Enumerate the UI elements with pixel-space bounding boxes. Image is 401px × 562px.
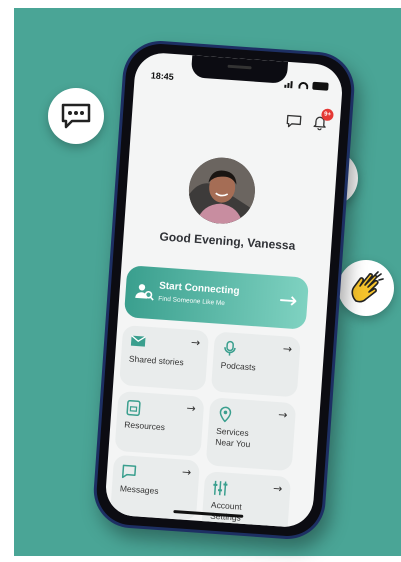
status-time: 18:45 [150, 70, 175, 82]
battery-icon [312, 81, 329, 91]
cta-subtitle: Find Someone Like Me [157, 295, 226, 308]
avatar[interactable] [186, 155, 258, 226]
card-account-settings[interactable]: → Account Settings [200, 471, 292, 529]
arrow-right-icon: → [278, 287, 299, 315]
chat-icon[interactable] [286, 113, 303, 128]
card-label: Services Near You [215, 425, 251, 450]
phone-frame: 18:45 9+ Good Evening, Vanessa Start Con… [91, 38, 357, 542]
clapping-hands-floating-icon [338, 260, 394, 316]
card-shared-stories[interactable]: → Shared stories [119, 325, 210, 391]
notch [190, 55, 289, 84]
phone-mockup: 18:45 9+ Good Evening, Vanessa Start Con… [91, 38, 357, 542]
chat-bubble-icon [130, 334, 147, 351]
notification-bell-icon[interactable]: 9+ [311, 108, 334, 131]
card-label: Shared stories [128, 353, 185, 368]
message-square-icon [121, 463, 138, 480]
card-label: Resources [124, 419, 166, 433]
card-services-near-you[interactable]: → Services Near You [205, 397, 297, 472]
card-label: Messages [119, 483, 159, 496]
notification-badge: 9+ [321, 108, 334, 122]
status-icons [284, 80, 329, 91]
cta-title: Start Connecting [158, 280, 240, 298]
wifi-icon [298, 81, 309, 89]
arrow-right-icon: → [181, 465, 192, 480]
chat-bubble-floating-icon [48, 88, 104, 144]
sliders-icon [212, 480, 229, 497]
greeting-text: Good Evening, Vanessa [159, 229, 296, 253]
microphone-icon [221, 340, 238, 357]
arrow-right-icon: → [272, 481, 283, 496]
card-label: Podcasts [220, 359, 256, 373]
start-connecting-button[interactable]: Start Connecting Find Someone Like Me → [123, 265, 310, 330]
location-pin-icon [217, 406, 234, 423]
resources-icon [125, 399, 142, 416]
arrow-right-icon: → [190, 335, 201, 350]
card-resources[interactable]: → Resources [114, 390, 205, 457]
arrow-right-icon: → [185, 401, 197, 416]
signal-icon [284, 80, 294, 88]
arrow-right-icon: → [277, 408, 288, 422]
card-podcasts[interactable]: → Podcasts [210, 331, 301, 398]
app-screen: 18:45 9+ Good Evening, Vanessa Start Con… [104, 51, 344, 529]
arrow-right-icon: → [282, 342, 293, 356]
people-search-icon [134, 282, 155, 303]
